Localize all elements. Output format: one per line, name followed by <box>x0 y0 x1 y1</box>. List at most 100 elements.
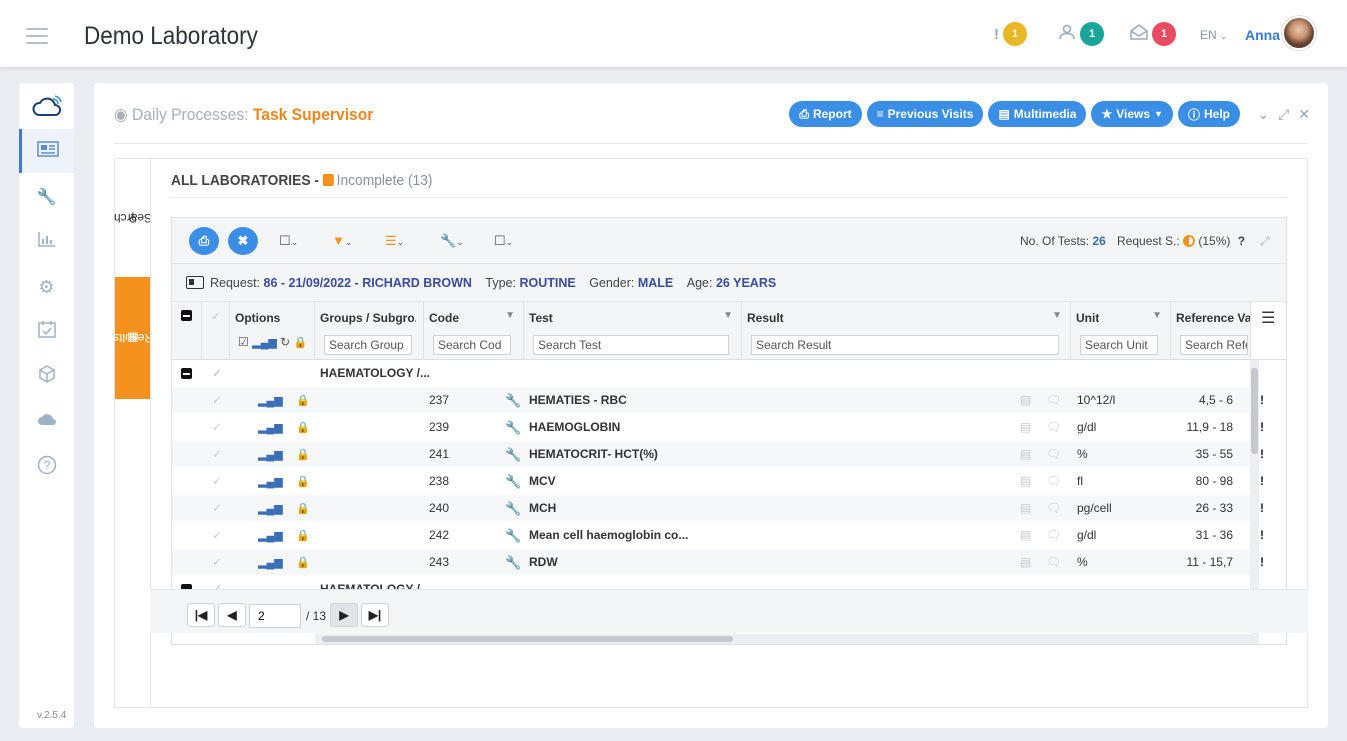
row-alert[interactable]: ! <box>1260 441 1264 468</box>
tab-results[interactable]: ▦ Results <box>112 277 153 399</box>
comment-icon[interactable]: 🗨 <box>1046 528 1061 542</box>
film-icon[interactable]: ▤ <box>1020 474 1031 488</box>
row-lock[interactable]: 🔒 <box>296 522 310 549</box>
film-icon[interactable]: ▤ <box>1020 447 1031 461</box>
comment-icon[interactable]: 🗨 <box>1046 447 1061 461</box>
table-row[interactable]: ✓ ▂▄▆ 🔒 241 🔧 HEMATOCRIT- HCT(%) ▤ 🗨% 35 - 55! <box>172 441 1264 468</box>
row-chart[interactable]: ▂▄▆ <box>258 522 283 549</box>
reference-header[interactable]: Reference Valu <box>1176 311 1252 325</box>
exclamation-icon[interactable]: ! <box>1260 393 1264 407</box>
tools-dropdown[interactable]: 🔧⌄ <box>440 233 464 249</box>
chevron-down-icon[interactable]: ▼ <box>723 310 733 321</box>
row-wrench[interactable]: 🔧 <box>505 441 521 468</box>
row-multimedia[interactable]: ▤ <box>1020 414 1031 441</box>
row-lock[interactable]: 🔒 <box>296 441 310 468</box>
row-check[interactable]: ✓ <box>212 495 222 522</box>
row-chart[interactable]: ▂▄▆ <box>258 387 283 414</box>
table-row[interactable]: ✓ ▂▄▆ 🔒 238 🔧 MCV ▤ 🗨 fl 80 - 98! <box>172 468 1264 495</box>
row-wrench[interactable]: 🔧 <box>505 522 521 549</box>
row-multimedia[interactable]: ▤ <box>1020 441 1031 468</box>
row-check[interactable]: ✓ <box>212 441 222 468</box>
row-chart[interactable]: ▂▄▆ <box>258 468 283 495</box>
row-check[interactable]: ✓ <box>212 414 222 441</box>
row-check[interactable]: ✓ <box>212 387 222 414</box>
avatar[interactable] <box>1282 16 1316 50</box>
test-header[interactable]: Test <box>529 311 553 325</box>
row-chart[interactable]: ▂▄▆ <box>258 441 283 468</box>
check-icon[interactable]: ✓ <box>212 555 222 569</box>
lock-icon[interactable]: 🔒 <box>296 476 310 488</box>
groups-filter-input[interactable]: Search Group <box>324 335 412 355</box>
sidebar-item-settings[interactable]: ⚙ <box>19 267 74 307</box>
result-header[interactable]: Result <box>747 311 784 325</box>
select-dropdown[interactable]: ☐⌄ <box>279 233 298 249</box>
check-icon[interactable]: ✓ <box>212 420 222 434</box>
row-lock[interactable]: 🔒 <box>296 549 310 576</box>
multimedia-button[interactable]: ▤ Multimedia <box>988 101 1087 127</box>
row-comment[interactable]: 🗨 <box>1046 522 1061 549</box>
bar-chart-icon[interactable]: ▂▄▆ <box>258 557 283 569</box>
code-header[interactable]: Code <box>429 311 459 325</box>
row-check[interactable]: ✓ <box>212 360 222 387</box>
check-icon[interactable]: ✓ <box>211 309 221 323</box>
wrench-icon[interactable]: 🔧 <box>505 555 521 570</box>
check-square-icon[interactable]: ☑ <box>238 335 249 349</box>
check-icon[interactable]: ✓ <box>212 474 222 488</box>
exclamation-icon[interactable]: ! <box>1260 528 1264 542</box>
previous-visits-button[interactable]: ≡ Previous Visits <box>866 101 984 127</box>
comment-icon[interactable]: 🗨 <box>1046 420 1061 434</box>
bar-chart-icon[interactable]: ▂▄▆ <box>252 337 277 349</box>
exclamation-icon[interactable]: ! <box>1260 447 1264 461</box>
refresh-icon[interactable]: ↻ <box>280 335 290 349</box>
row-alert[interactable]: ! <box>1260 495 1264 522</box>
row-lock[interactable]: 🔒 <box>296 495 310 522</box>
cancel-button[interactable]: ✖ <box>228 227 258 255</box>
next-page-button[interactable]: ▶ <box>330 603 358 627</box>
row-check[interactable]: ✓ <box>212 549 222 576</box>
expand-icon[interactable]: ⤢ <box>1278 106 1289 123</box>
row-alert[interactable]: ! <box>1260 522 1264 549</box>
columns-dropdown[interactable]: ☐⌄ <box>494 233 513 249</box>
collapse-chevron-icon[interactable]: ⌄ <box>1257 106 1269 123</box>
hamburger-menu-icon[interactable]: ☰ <box>1261 308 1275 328</box>
row-alert[interactable]: ! <box>1260 468 1264 495</box>
close-icon[interactable]: ✕ <box>1298 106 1310 123</box>
row-comment[interactable]: 🗨 <box>1046 441 1061 468</box>
sidebar-item-statistics[interactable] <box>19 221 74 261</box>
wrench-icon[interactable]: 🔧 <box>505 393 521 408</box>
exclamation-icon[interactable]: ! <box>1260 474 1264 488</box>
test-filter-input[interactable]: Search Test <box>533 335 729 355</box>
row-multimedia[interactable]: ▤ <box>1020 522 1031 549</box>
sidebar-item-daily[interactable] <box>19 129 74 173</box>
list-dropdown[interactable]: ☰⌄ <box>385 233 404 249</box>
comment-icon[interactable]: 🗨 <box>1046 393 1061 407</box>
menu-icon[interactable] <box>26 28 48 49</box>
user-name[interactable]: Anna <box>1245 27 1280 43</box>
row-chart[interactable]: ▂▄▆ <box>258 549 283 576</box>
report-button[interactable]: ⎙ Report <box>789 101 862 127</box>
row-alert[interactable]: ! <box>1260 387 1264 414</box>
group-toggle[interactable] <box>181 360 192 387</box>
bar-chart-icon[interactable]: ▂▄▆ <box>258 503 283 515</box>
groups-header[interactable]: Groups / Subgro... <box>320 311 416 325</box>
chevron-down-icon[interactable]: ▼ <box>1152 310 1162 321</box>
row-chart[interactable]: ▂▄▆ <box>258 495 283 522</box>
reference-filter-input[interactable]: Search Refer <box>1180 335 1248 355</box>
comment-icon[interactable]: 🗨 <box>1046 501 1061 515</box>
views-button[interactable]: ★ Views ▼ <box>1091 101 1173 127</box>
collapse-group-icon[interactable] <box>181 368 192 380</box>
row-comment[interactable]: 🗨 <box>1046 495 1061 522</box>
unit-filter-input[interactable]: Search Unit <box>1080 335 1158 355</box>
row-wrench[interactable]: 🔧 <box>505 495 521 522</box>
group-row[interactable]: ✓ HAEMATOLOGY /... <box>172 360 1252 387</box>
row-wrench[interactable]: 🔧 <box>505 549 521 576</box>
comment-icon[interactable]: 🗨 <box>1046 474 1061 488</box>
messages-button[interactable]: 1 <box>1130 22 1176 46</box>
row-wrench[interactable]: 🔧 <box>505 387 521 414</box>
expand-icon[interactable]: ⤢ <box>1260 234 1270 249</box>
unit-header[interactable]: Unit <box>1076 311 1099 325</box>
bar-chart-icon[interactable]: ▂▄▆ <box>258 449 283 461</box>
row-wrench[interactable]: 🔧 <box>505 414 521 441</box>
comment-icon[interactable]: 🗨 <box>1046 555 1061 569</box>
row-lock[interactable]: 🔒 <box>296 387 310 414</box>
